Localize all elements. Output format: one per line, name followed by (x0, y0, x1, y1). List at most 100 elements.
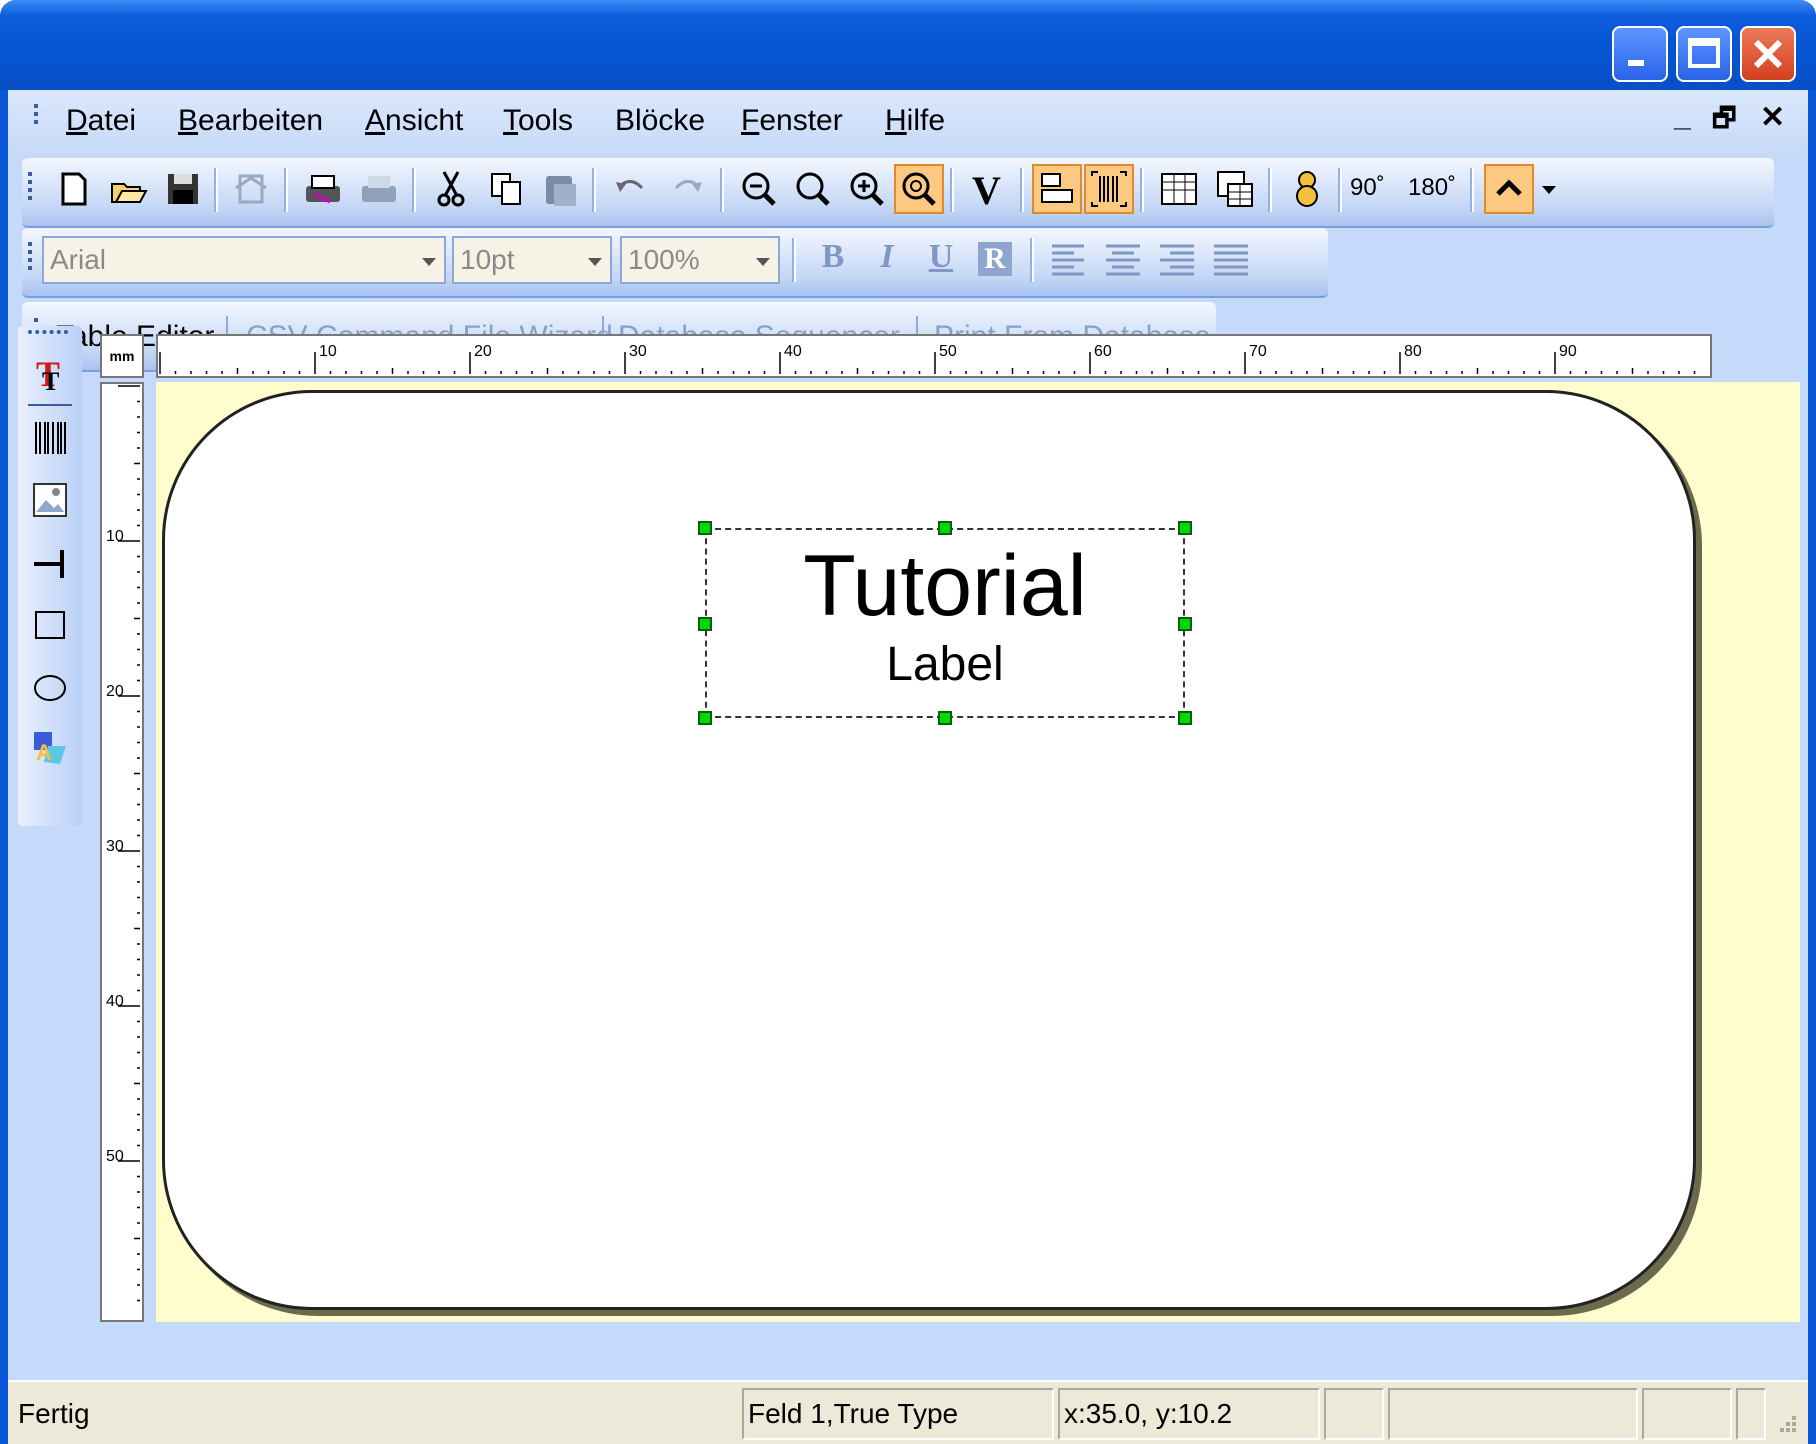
chevron-up-icon[interactable] (1484, 164, 1534, 214)
align-center-icon[interactable] (1098, 234, 1148, 284)
underline-button[interactable]: U (916, 234, 966, 284)
ruler-label: 30 (629, 343, 647, 360)
sequence-icon[interactable] (1282, 164, 1332, 214)
align-right-icon[interactable] (1152, 234, 1202, 284)
standard-toolbar: V 90˚ 180˚ (22, 158, 1774, 228)
field-line-2: Label (886, 638, 1004, 691)
minimize-button[interactable] (1612, 26, 1668, 82)
rotate-90-button[interactable]: 90˚ (1350, 164, 1406, 214)
menubar-grip[interactable] (34, 104, 40, 128)
title-bar[interactable] (0, 0, 1816, 90)
table-icon[interactable] (1154, 164, 1204, 214)
resize-handle[interactable] (1178, 617, 1192, 631)
ruler-label: 80 (1404, 343, 1422, 360)
zoom-select[interactable]: 100% (620, 236, 780, 284)
save-icon[interactable] (158, 164, 208, 214)
resize-handle[interactable] (938, 521, 952, 535)
design-canvas[interactable]: Tutorial Label (156, 382, 1800, 1322)
mdi-minimize-button[interactable]: _ (1674, 100, 1691, 134)
rectangle-tool-icon[interactable] (26, 600, 74, 648)
align-left-icon[interactable] (1044, 234, 1094, 284)
copy-icon[interactable] (482, 164, 532, 214)
menu-bloecke[interactable]: Blöcke (615, 104, 705, 138)
import-icon[interactable] (226, 164, 276, 214)
ruler-label: 90 (1559, 343, 1577, 360)
justify-icon[interactable] (1206, 234, 1256, 284)
redo-icon[interactable] (662, 164, 712, 214)
toolbar-options-icon[interactable] (1534, 164, 1564, 214)
status-coordinates: x:35.0, y:10.2 (1058, 1388, 1320, 1440)
ruler-label: 40 (106, 993, 124, 1010)
italic-button[interactable]: I (862, 234, 912, 284)
font-size-select[interactable]: 10pt (452, 236, 612, 284)
format-toolbar-grip[interactable] (28, 242, 34, 274)
ruler-label: 20 (474, 343, 492, 360)
open-folder-icon[interactable] (104, 164, 154, 214)
formatting-toolbar: Arial 10pt 100% B I U R (22, 228, 1328, 298)
mdi-restore-button[interactable]: 🗗 (1712, 100, 1736, 144)
paste-icon[interactable] (536, 164, 586, 214)
ruler-unit: mm (100, 334, 144, 378)
resize-handle[interactable] (698, 617, 712, 631)
ellipse-tool-icon[interactable] (26, 662, 74, 710)
zoom-fit-icon[interactable] (894, 164, 944, 214)
cut-icon[interactable] (426, 164, 476, 214)
close-button[interactable] (1740, 26, 1796, 82)
vertical-ruler: 10 20 30 40 50 (100, 382, 144, 1322)
reverse-button[interactable]: R (970, 234, 1020, 284)
zoom-icon[interactable] (788, 164, 838, 214)
app-window: Datei Bearbeiten Ansicht Tools Blöcke Fe… (0, 0, 1816, 1444)
zoom-in-icon[interactable] (842, 164, 892, 214)
print-icon[interactable] (298, 164, 348, 214)
bold-button[interactable]: B (808, 234, 858, 284)
v-tool-icon[interactable]: V (964, 164, 1014, 214)
horizontal-ruler: 10 20 30 40 50 60 70 80 90 (156, 334, 1712, 378)
label-card[interactable]: Tutorial Label (162, 390, 1696, 1310)
status-field-info: Feld 1,True Type (742, 1388, 1054, 1440)
mdi-close-button[interactable]: ✕ (1760, 100, 1785, 135)
shapes-tool-icon[interactable]: A (26, 724, 74, 772)
text-field[interactable]: Tutorial Label (705, 528, 1185, 718)
image-tool-icon[interactable] (26, 476, 74, 524)
ruler-label: 20 (106, 683, 124, 700)
align-objects-icon[interactable] (1032, 164, 1082, 214)
new-file-icon[interactable] (48, 164, 98, 214)
font-select[interactable]: Arial (42, 236, 446, 284)
status-panel (1736, 1388, 1766, 1440)
ruler-label: 40 (784, 343, 802, 360)
maximize-button[interactable] (1676, 26, 1732, 82)
menu-tools[interactable]: Tools (503, 104, 573, 138)
print-preview-icon[interactable] (354, 164, 404, 214)
field-line-1: Tutorial (803, 538, 1087, 634)
resize-grip-icon[interactable] (1772, 1412, 1800, 1440)
zoom-out-icon[interactable] (734, 164, 784, 214)
toolbar-grip[interactable] (28, 172, 34, 204)
menu-ansicht[interactable]: Ansicht (365, 104, 463, 138)
status-bar: Fertig Feld 1,True Type x:35.0, y:10.2 (8, 1380, 1808, 1444)
resize-handle[interactable] (698, 521, 712, 535)
status-panel (1642, 1388, 1732, 1440)
table-database-icon[interactable] (1210, 164, 1260, 214)
status-panel (1324, 1388, 1384, 1440)
ruler-label: 30 (106, 838, 124, 855)
menu-datei[interactable]: Datei (66, 104, 136, 138)
line-tool-icon[interactable] (26, 538, 74, 586)
resize-handle[interactable] (1178, 521, 1192, 535)
text-tool-icon[interactable]: TT (26, 346, 74, 396)
menu-fenster[interactable]: Fenster (741, 104, 843, 138)
menu-hilfe[interactable]: Hilfe (885, 104, 945, 138)
undo-icon[interactable] (606, 164, 656, 214)
barcode-frame-icon[interactable] (1084, 164, 1134, 214)
client-area: Datei Bearbeiten Ansicht Tools Blöcke Fe… (8, 90, 1808, 1444)
toolbox-grip[interactable] (28, 330, 68, 338)
resize-handle[interactable] (938, 711, 952, 725)
resize-handle[interactable] (1178, 711, 1192, 725)
svg-text:V: V (972, 168, 1001, 213)
rotate-180-button[interactable]: 180˚ (1408, 164, 1468, 214)
ruler-label: 10 (106, 528, 124, 545)
menu-bearbeiten[interactable]: Bearbeiten (178, 104, 323, 138)
barcode-tool-icon[interactable] (26, 414, 74, 462)
ruler-label: 50 (939, 343, 957, 360)
resize-handle[interactable] (698, 711, 712, 725)
svg-text:T: T (42, 367, 59, 394)
